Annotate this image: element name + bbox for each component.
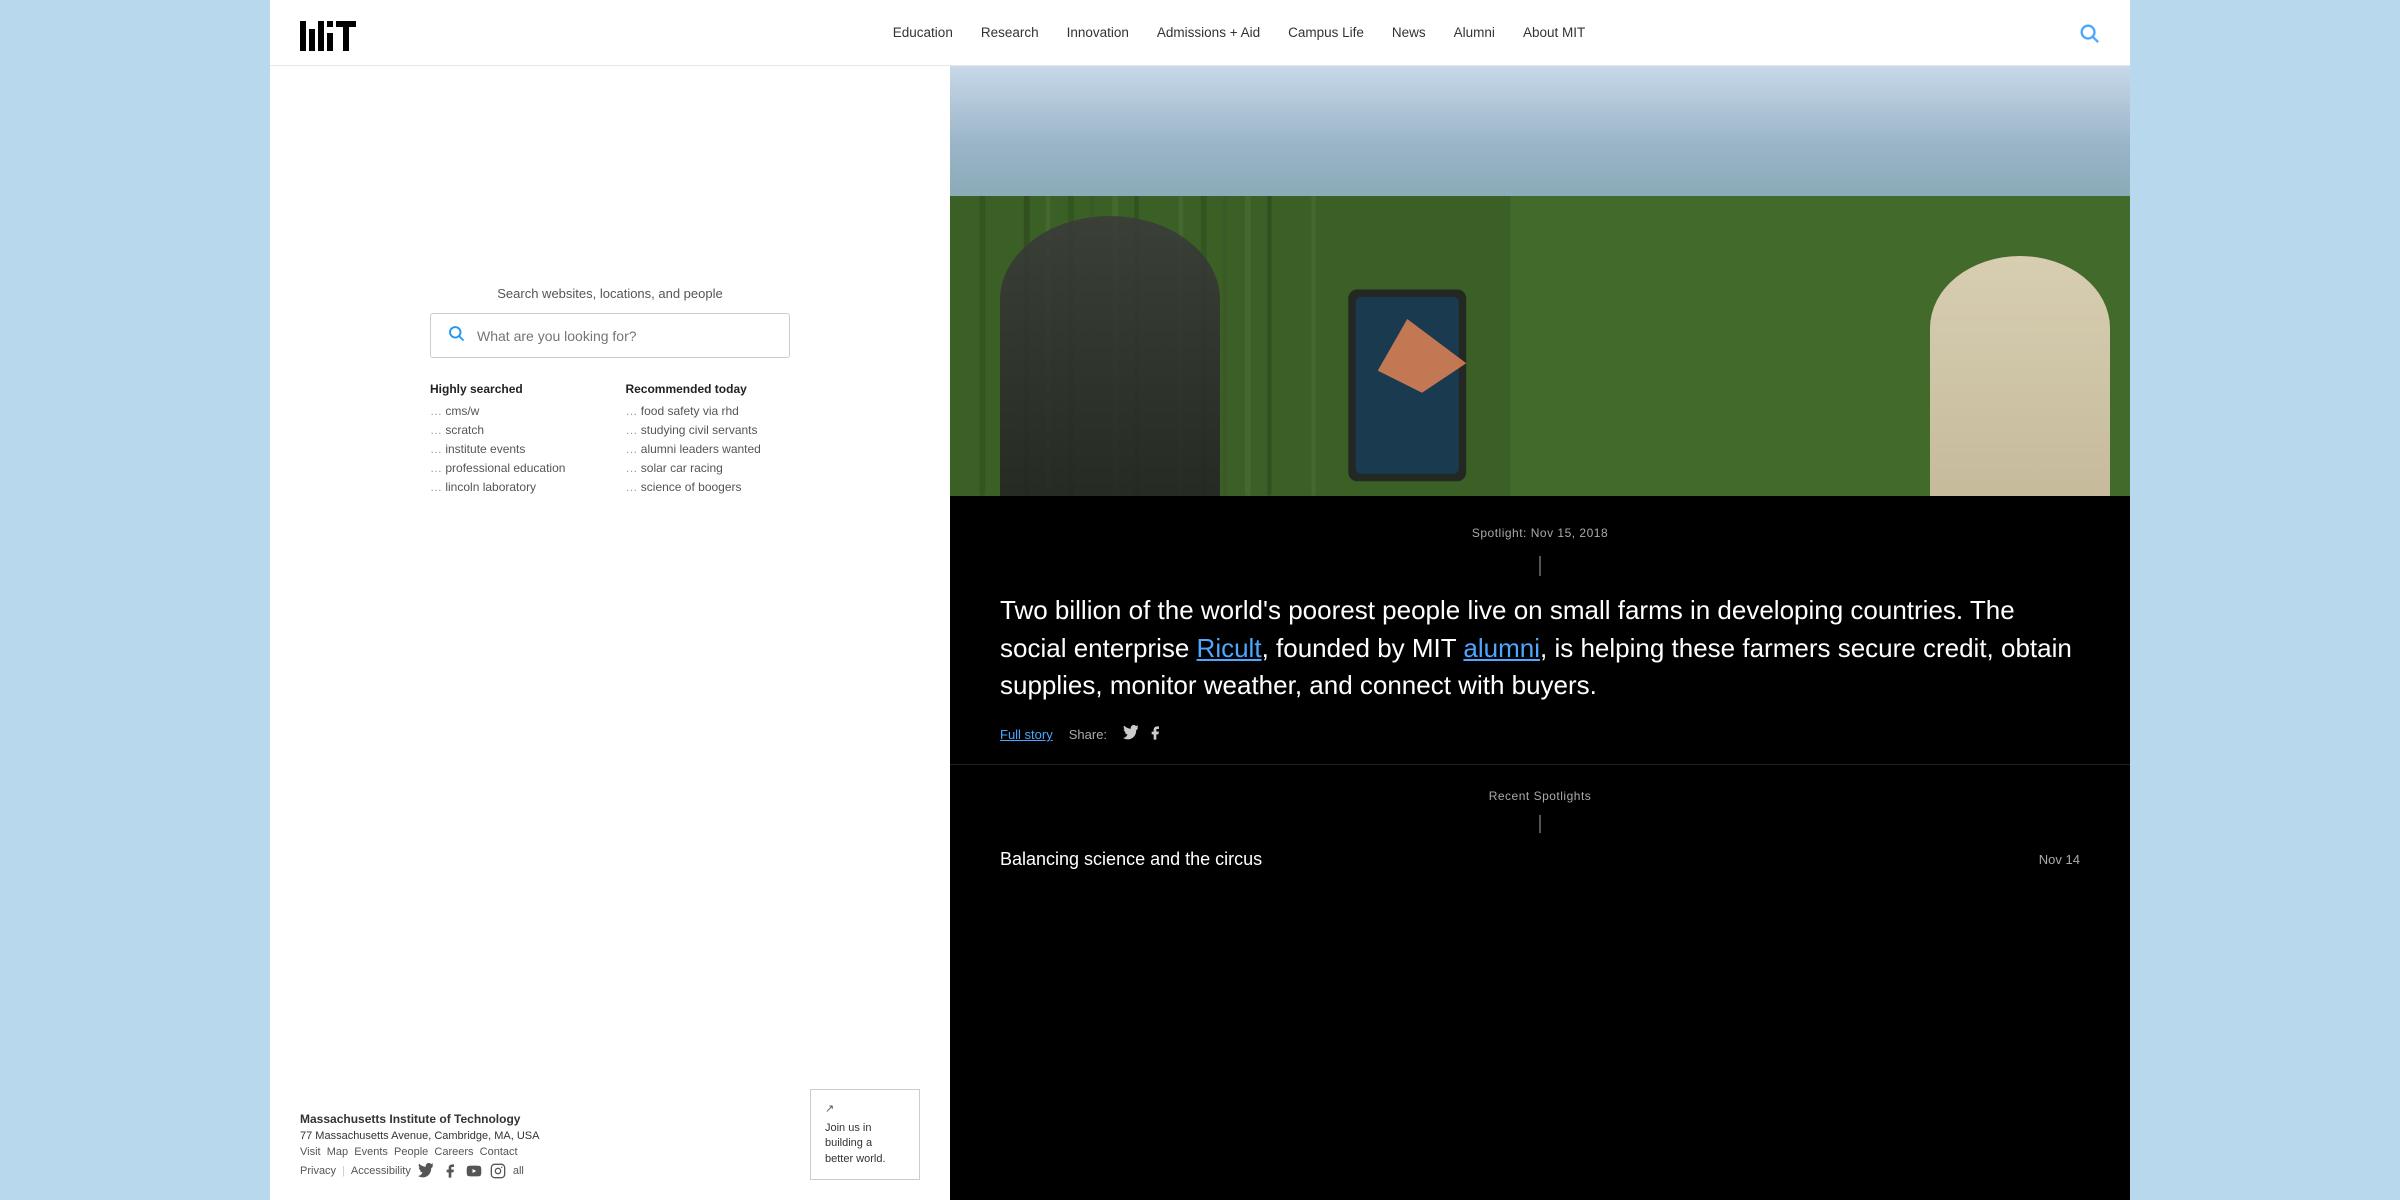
suggest-science-boogers[interactable]: science of boogers bbox=[625, 480, 760, 494]
suggest-cms[interactable]: cms/w bbox=[430, 404, 565, 418]
ricult-link[interactable]: Ricult bbox=[1197, 633, 1262, 663]
recommended-title: Recommended today bbox=[625, 382, 760, 396]
nav-about[interactable]: About MIT bbox=[1523, 25, 1585, 40]
search-section: Search websites, locations, and people H… bbox=[270, 66, 950, 1200]
logo-area[interactable] bbox=[300, 15, 360, 51]
twitter-share-icon[interactable] bbox=[1123, 725, 1139, 744]
suggest-lincoln-lab[interactable]: lincoln laboratory bbox=[430, 480, 565, 494]
nav-innovation[interactable]: Innovation bbox=[1067, 25, 1129, 40]
site-header: Education Research Innovation Admissions… bbox=[270, 0, 2130, 66]
share-label: Share: bbox=[1069, 727, 1107, 742]
spotlight-label: Spotlight: Nov 15, 2018 bbox=[1000, 526, 2080, 540]
right-background-panel bbox=[2130, 0, 2400, 1200]
article-body: Two billion of the world's poorest peopl… bbox=[1000, 592, 2080, 705]
article-text-part2: , founded by MIT bbox=[1262, 633, 1464, 663]
article-content: Spotlight: Nov 15, 2018 Two billion of t… bbox=[950, 496, 2130, 764]
footer-all[interactable]: all bbox=[513, 1165, 524, 1177]
search-label: Search websites, locations, and people bbox=[497, 286, 722, 301]
site-footer: Massachusetts Institute of Technology 77… bbox=[270, 1092, 950, 1200]
article-section: Spotlight: Nov 15, 2018 Two billion of t… bbox=[950, 66, 2130, 1200]
nav-education[interactable]: Education bbox=[893, 25, 953, 40]
left-background-panel bbox=[0, 0, 270, 1200]
footer-link-people[interactable]: People bbox=[394, 1146, 428, 1158]
search-input[interactable] bbox=[477, 328, 773, 344]
footer-link-careers[interactable]: Careers bbox=[434, 1146, 473, 1158]
recent-spotlights: Recent Spotlights Balancing science and … bbox=[950, 764, 2130, 886]
instagram-icon[interactable] bbox=[489, 1162, 507, 1180]
main-nav: Education Research Innovation Admissions… bbox=[400, 25, 2078, 40]
highly-searched-title: Highly searched bbox=[430, 382, 565, 396]
nav-admissions[interactable]: Admissions + Aid bbox=[1157, 25, 1260, 40]
recent-label: Recent Spotlights bbox=[1000, 789, 2080, 803]
main-content: Education Research Innovation Admissions… bbox=[270, 0, 2130, 1200]
footer-link-visit[interactable]: Visit bbox=[300, 1146, 321, 1158]
highly-searched-col: Highly searched cms/w scratch institute … bbox=[430, 382, 565, 499]
recent-item[interactable]: Balancing science and the circus Nov 14 bbox=[1000, 849, 2080, 870]
footer-link-map[interactable]: Map bbox=[327, 1146, 348, 1158]
facebook-icon[interactable] bbox=[441, 1162, 459, 1180]
nav-alumni[interactable]: Alumni bbox=[1454, 25, 1495, 40]
article-actions: Full story Share: bbox=[1000, 725, 2080, 744]
suggest-solar-car[interactable]: solar car racing bbox=[625, 461, 760, 475]
twitter-icon[interactable] bbox=[417, 1162, 435, 1180]
person-right bbox=[1930, 256, 2110, 496]
nav-campus-life[interactable]: Campus Life bbox=[1288, 25, 1364, 40]
alumni-link[interactable]: alumni bbox=[1463, 633, 1540, 663]
article-divider bbox=[1539, 556, 1541, 576]
search-bar[interactable] bbox=[430, 313, 790, 358]
join-box-text: Join us in building a better world. bbox=[825, 1121, 905, 1167]
hero-field bbox=[950, 196, 2130, 496]
recent-item-date: Nov 14 bbox=[2039, 852, 2080, 867]
footer-accessibility[interactable]: Accessibility bbox=[351, 1165, 411, 1177]
person-left bbox=[1000, 216, 1220, 496]
hero-sky bbox=[950, 66, 2130, 196]
search-bar-icon bbox=[447, 324, 465, 347]
full-story-link[interactable]: Full story bbox=[1000, 727, 1053, 742]
join-box[interactable]: ↗ Join us in building a better world. bbox=[810, 1089, 920, 1180]
footer-link-contact[interactable]: Contact bbox=[480, 1146, 518, 1158]
footer-privacy[interactable]: Privacy bbox=[300, 1165, 336, 1177]
search-container: Search websites, locations, and people H… bbox=[270, 66, 950, 519]
recommended-col: Recommended today food safety via rhd st… bbox=[625, 382, 760, 499]
suggest-alumni-leaders[interactable]: alumni leaders wanted bbox=[625, 442, 760, 456]
recent-item-text: Balancing science and the circus bbox=[1000, 849, 1262, 870]
share-icons bbox=[1123, 725, 1163, 744]
footer-link-events[interactable]: Events bbox=[354, 1146, 388, 1158]
body-split: Search websites, locations, and people H… bbox=[270, 66, 2130, 1200]
suggest-professional-education[interactable]: professional education bbox=[430, 461, 565, 475]
suggest-scratch[interactable]: scratch bbox=[430, 423, 565, 437]
suggest-institute-events[interactable]: institute events bbox=[430, 442, 565, 456]
nav-research[interactable]: Research bbox=[981, 25, 1039, 40]
header-search-icon[interactable] bbox=[2078, 22, 2100, 44]
nav-news[interactable]: News bbox=[1392, 25, 1426, 40]
recent-divider bbox=[1539, 815, 1541, 833]
hero-image bbox=[950, 66, 2130, 496]
facebook-share-icon[interactable] bbox=[1147, 725, 1163, 744]
search-suggestions: Highly searched cms/w scratch institute … bbox=[430, 382, 790, 499]
suggest-food-safety[interactable]: food safety via rhd bbox=[625, 404, 760, 418]
join-box-arrow: ↗ bbox=[825, 1102, 834, 1115]
youtube-icon[interactable] bbox=[465, 1162, 483, 1180]
suggest-civil-servants[interactable]: studying civil servants bbox=[625, 423, 760, 437]
mit-logo[interactable] bbox=[300, 15, 360, 51]
